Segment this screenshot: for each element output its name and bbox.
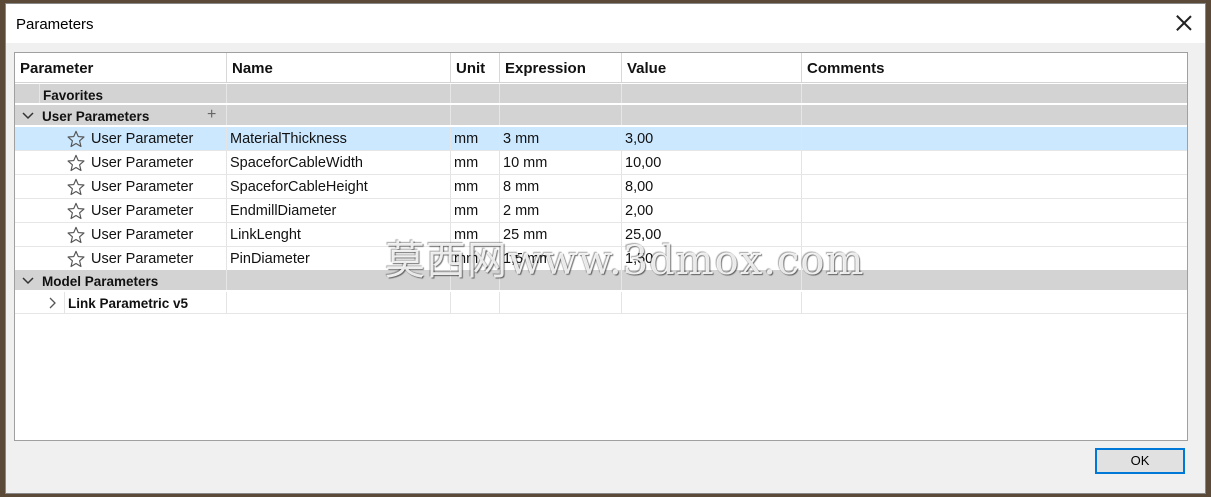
star-outline-icon[interactable] xyxy=(67,226,85,244)
chevron-down-icon[interactable] xyxy=(21,274,35,288)
table-header: Parameter Name Unit Expression Value Com… xyxy=(15,53,1187,83)
dialog-title: Parameters xyxy=(16,16,94,33)
parameter-value-cell: 2,00 xyxy=(622,199,802,222)
parameter-type-cell[interactable]: User Parameter xyxy=(89,247,227,270)
parameter-value-cell: 3,00 xyxy=(622,127,802,150)
column-header-name[interactable]: Name xyxy=(227,53,451,82)
parameter-unit-cell[interactable]: mm xyxy=(451,223,500,246)
parameter-type-cell[interactable]: User Parameter xyxy=(89,151,227,174)
parameter-name-cell[interactable]: LinkLenght xyxy=(227,223,451,246)
parameter-name-cell[interactable]: EndmillDiameter xyxy=(227,199,451,222)
parameter-name-cell[interactable]: SpaceforCableHeight xyxy=(227,175,451,198)
parameter-comment-cell[interactable] xyxy=(802,151,1187,174)
parameter-expression-cell[interactable]: 8 mm xyxy=(500,175,622,198)
parameter-row[interactable]: User Parameter PinDiameter mm 1,5 mm 1,50 xyxy=(15,247,1187,271)
parameters-table: Parameter Name Unit Expression Value Com… xyxy=(14,52,1188,441)
parameter-type-cell[interactable]: User Parameter xyxy=(89,127,227,150)
parameter-value-cell: 8,00 xyxy=(622,175,802,198)
parameter-expression-cell[interactable]: 1,5 mm xyxy=(500,247,622,270)
parameter-row[interactable]: User Parameter EndmillDiameter mm 2 mm 2,00 xyxy=(15,199,1187,223)
parameter-row[interactable]: User Parameter SpaceforCableWidth mm 10 mm 1… xyxy=(15,151,1187,175)
parameter-comment-cell[interactable] xyxy=(802,199,1187,222)
parameter-unit-cell[interactable]: mm xyxy=(451,199,500,222)
ok-button[interactable]: OK xyxy=(1095,448,1185,474)
parameter-unit-cell[interactable]: mm xyxy=(451,151,500,174)
column-header-value[interactable]: Value xyxy=(622,53,802,82)
user-parameters-label: User Parameters xyxy=(42,109,150,124)
parameter-expression-cell[interactable]: 25 mm xyxy=(500,223,622,246)
parameter-row[interactable]: User Parameter SpaceforCableHeight mm 8 mm 8… xyxy=(15,175,1187,199)
parameter-expression-cell[interactable]: 10 mm xyxy=(500,151,622,174)
parameter-value-cell: 25,00 xyxy=(622,223,802,246)
column-header-parameter[interactable]: Parameter xyxy=(15,53,227,82)
star-outline-icon[interactable] xyxy=(67,178,85,196)
parameter-comment-cell[interactable] xyxy=(802,247,1187,270)
parameter-type-cell[interactable]: User Parameter xyxy=(89,223,227,246)
chevron-right-icon[interactable] xyxy=(45,296,59,310)
user-parameters-group-row[interactable]: User Parameters + xyxy=(15,105,1187,126)
parameter-type-cell[interactable]: User Parameter xyxy=(89,175,227,198)
chevron-down-icon[interactable] xyxy=(21,109,35,123)
column-header-expression[interactable]: Expression xyxy=(500,53,622,82)
parameter-unit-cell[interactable]: mm xyxy=(451,247,500,270)
parameter-name-cell[interactable]: SpaceforCableWidth xyxy=(227,151,451,174)
title-bar: Parameters xyxy=(6,4,1205,44)
favorites-group-row[interactable]: Favorites xyxy=(15,84,1187,104)
column-header-comments[interactable]: Comments xyxy=(802,53,1187,82)
parameter-name-cell[interactable]: PinDiameter xyxy=(227,247,451,270)
parameter-value-cell: 1,50 xyxy=(622,247,802,270)
close-icon[interactable] xyxy=(1171,10,1197,36)
star-outline-icon[interactable] xyxy=(67,202,85,220)
model-parameters-group-row[interactable]: Model Parameters xyxy=(15,270,1187,291)
parameter-type-cell[interactable]: User Parameter xyxy=(89,199,227,222)
parameter-row[interactable]: User Parameter MaterialThickness mm 3 mm 3,0… xyxy=(15,127,1187,151)
model-component-row[interactable]: Link Parametric v5 xyxy=(15,292,1187,314)
model-component-label: Link Parametric v5 xyxy=(68,296,189,311)
favorites-label: Favorites xyxy=(43,88,104,103)
parameter-comment-cell[interactable] xyxy=(802,175,1187,198)
star-outline-icon[interactable] xyxy=(67,250,85,268)
parameter-comment-cell[interactable] xyxy=(802,223,1187,246)
star-outline-icon[interactable] xyxy=(67,130,85,148)
parameter-expression-cell[interactable]: 3 mm xyxy=(500,127,622,150)
parameter-expression-cell[interactable]: 2 mm xyxy=(500,199,622,222)
parameter-value-cell: 10,00 xyxy=(622,151,802,174)
parameter-unit-cell[interactable]: mm xyxy=(451,175,500,198)
model-parameters-label: Model Parameters xyxy=(42,274,159,289)
star-outline-icon[interactable] xyxy=(67,154,85,172)
parameter-unit-cell[interactable]: mm xyxy=(451,127,500,150)
plus-icon[interactable]: + xyxy=(207,106,216,124)
parameter-name-cell[interactable]: MaterialThickness xyxy=(227,127,451,150)
parameter-row[interactable]: User Parameter LinkLenght mm 25 mm 25,00 xyxy=(15,223,1187,247)
column-header-unit[interactable]: Unit xyxy=(451,53,500,82)
parameter-comment-cell[interactable] xyxy=(802,127,1187,150)
